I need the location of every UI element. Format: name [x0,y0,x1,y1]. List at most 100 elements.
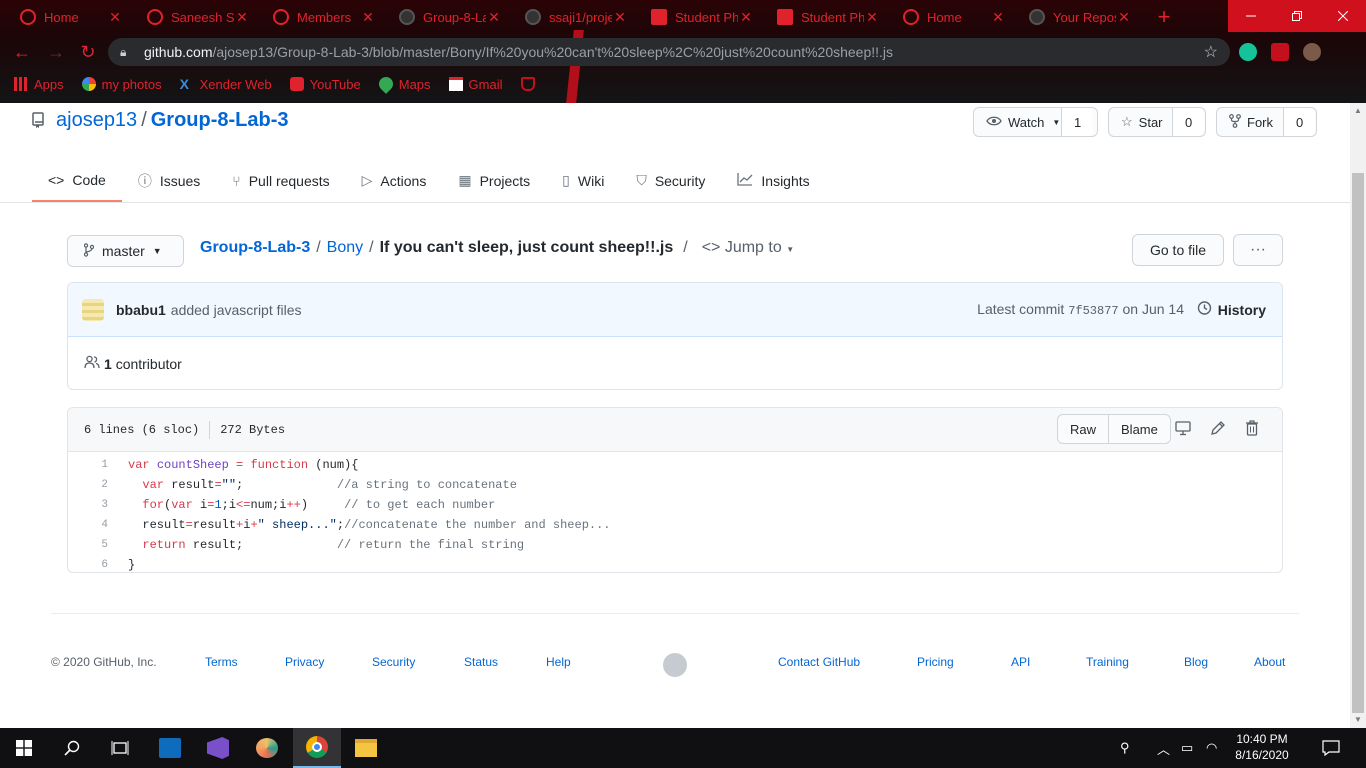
bookmark-gmail[interactable]: Gmail [448,77,503,92]
wifi-icon[interactable]: ◠ [1206,728,1217,768]
scroll-thumb[interactable] [1352,173,1364,713]
browser-tab[interactable]: Home ✕ [14,4,129,30]
notifications-icon[interactable] [1322,728,1340,768]
line-number[interactable]: 3 [68,499,118,511]
close-icon[interactable]: ✕ [864,9,880,26]
bookmark-star-icon[interactable]: ☆ [1204,42,1218,62]
bookmark-maps[interactable]: Maps [375,74,431,94]
footer-link-pricing[interactable]: Pricing [917,655,954,669]
tab-security[interactable]: ⛉ Security [620,159,721,202]
taskbar-clock[interactable]: 10:40 PM 8/16/2020 [1226,731,1298,763]
browser-tab[interactable]: Group-8-La ✕ [393,4,508,30]
task-view-button[interactable] [96,728,144,768]
more-options-button[interactable]: ··· [1233,234,1283,266]
search-button[interactable] [48,728,96,768]
visual-studio-button[interactable] [194,728,242,768]
line-number[interactable]: 2 [68,479,118,491]
footer-link-api[interactable]: API [1011,655,1030,669]
footer-link-training[interactable]: Training [1086,655,1129,669]
branch-select-button[interactable]: master ▼ [67,235,184,267]
minimize-button[interactable] [1228,0,1274,32]
close-icon[interactable]: ✕ [107,9,123,26]
bookmark-mcafee[interactable] [520,77,541,91]
watch-count[interactable]: 1 [1062,108,1094,136]
close-icon[interactable]: ✕ [1116,9,1132,26]
grammarly-icon[interactable] [1239,43,1257,61]
bookmark-youtube[interactable]: YouTube [289,77,361,92]
line-number[interactable]: 5 [68,539,118,551]
bookmark-my-photos[interactable]: my photos [81,77,162,92]
tab-actions[interactable]: ▷ Actions [346,159,443,202]
breadcrumb-dir-link[interactable]: Bony [327,239,363,257]
footer-link-help[interactable]: Help [546,655,571,669]
restore-button[interactable] [1274,0,1320,32]
fork-count[interactable]: 0 [1284,108,1316,136]
file-explorer-button[interactable] [342,728,390,768]
people-tray-icon[interactable]: ⚲ [1120,728,1130,768]
browser-tab[interactable]: Student Ph ✕ [645,4,760,30]
blame-button[interactable]: Blame [1109,415,1170,443]
repo-owner-link[interactable]: ajosep13 [56,109,137,132]
chevron-up-icon[interactable]: ︿ [1157,728,1170,768]
browser-tab[interactable]: Your Repos ✕ [1023,4,1138,30]
browser-tab[interactable]: Members ✕ [267,4,382,30]
tab-pull-requests[interactable]: ⑂ Pull requests [216,159,345,202]
browser-tab[interactable]: Saneesh Sa ✕ [141,4,256,30]
contributors-row[interactable]: 1 contributor [68,337,1282,389]
close-icon[interactable]: ✕ [738,9,754,26]
footer-link-blog[interactable]: Blog [1184,655,1208,669]
desktop-icon[interactable] [1174,420,1192,438]
tab-code[interactable]: <> Code [32,159,122,202]
repo-name-link[interactable]: Group-8-Lab-3 [151,109,289,132]
chrome-button[interactable] [293,728,341,768]
github-logo-icon[interactable] [663,653,687,677]
new-tab-button[interactable]: + [1152,6,1176,30]
tab-insights[interactable]: Insights [721,159,825,202]
footer-link-about[interactable]: About [1254,655,1285,669]
star-button[interactable]: ☆ Star 0 [1108,107,1206,137]
footer-link-contact[interactable]: Contact GitHub [778,655,860,669]
bookmark-xender[interactable]: X Xender Web [180,77,272,92]
page-scrollbar[interactable]: ▲ ▼ [1350,103,1366,728]
history-link[interactable]: History [1196,300,1266,319]
close-icon[interactable]: ✕ [234,9,250,26]
avatar[interactable] [82,298,104,321]
back-button[interactable]: ← [12,42,32,62]
commit-sha-link[interactable]: 7f53877 [1068,304,1118,318]
close-window-button[interactable] [1320,0,1366,32]
line-number[interactable]: 1 [68,459,118,471]
watch-button[interactable]: Watch ▼ 1 [973,107,1098,137]
footer-link-status[interactable]: Status [464,655,498,669]
reload-button[interactable]: ↻ [78,42,98,62]
close-icon[interactable]: ✕ [360,9,376,26]
close-icon[interactable]: ✕ [612,9,628,26]
extension-icon[interactable] [1271,43,1289,61]
profile-avatar[interactable] [1303,43,1321,61]
paint-button[interactable] [243,728,291,768]
address-bar[interactable]: 🔒︎ github.com /ajosep13/Group-8-Lab-3/bl… [108,38,1230,66]
footer-link-privacy[interactable]: Privacy [285,655,324,669]
commit-author-link[interactable]: bbabu1 [116,302,166,318]
raw-button[interactable]: Raw [1058,415,1110,443]
footer-link-terms[interactable]: Terms [205,655,238,669]
breadcrumb-repo-link[interactable]: Group-8-Lab-3 [200,239,310,257]
go-to-file-button[interactable]: Go to file [1132,234,1224,266]
tab-wiki[interactable]: ▯ Wiki [546,159,620,202]
pencil-icon[interactable] [1209,420,1227,438]
browser-tab[interactable]: ssaji1/proje ✕ [519,4,634,30]
browser-tab[interactable]: Home ✕ [897,4,1012,30]
tab-issues[interactable]: ⓘ Issues [122,159,216,202]
line-number[interactable]: 4 [68,519,118,531]
footer-link-security[interactable]: Security [372,655,415,669]
star-count[interactable]: 0 [1173,108,1205,136]
fork-button[interactable]: Fork 0 [1216,107,1317,137]
bookmark-apps[interactable]: Apps [14,77,64,92]
tab-projects[interactable]: ▦ Projects [442,159,546,202]
jump-to-menu[interactable]: <> Jump to ▼ [702,239,794,257]
forward-button[interactable]: → [46,42,66,62]
battery-icon[interactable]: ▭ [1181,728,1193,768]
browser-tab[interactable]: Student Ph ✕ [771,4,886,30]
line-number[interactable]: 6 [68,559,118,571]
scroll-up-icon[interactable]: ▲ [1350,103,1366,119]
close-icon[interactable]: ✕ [990,9,1006,26]
